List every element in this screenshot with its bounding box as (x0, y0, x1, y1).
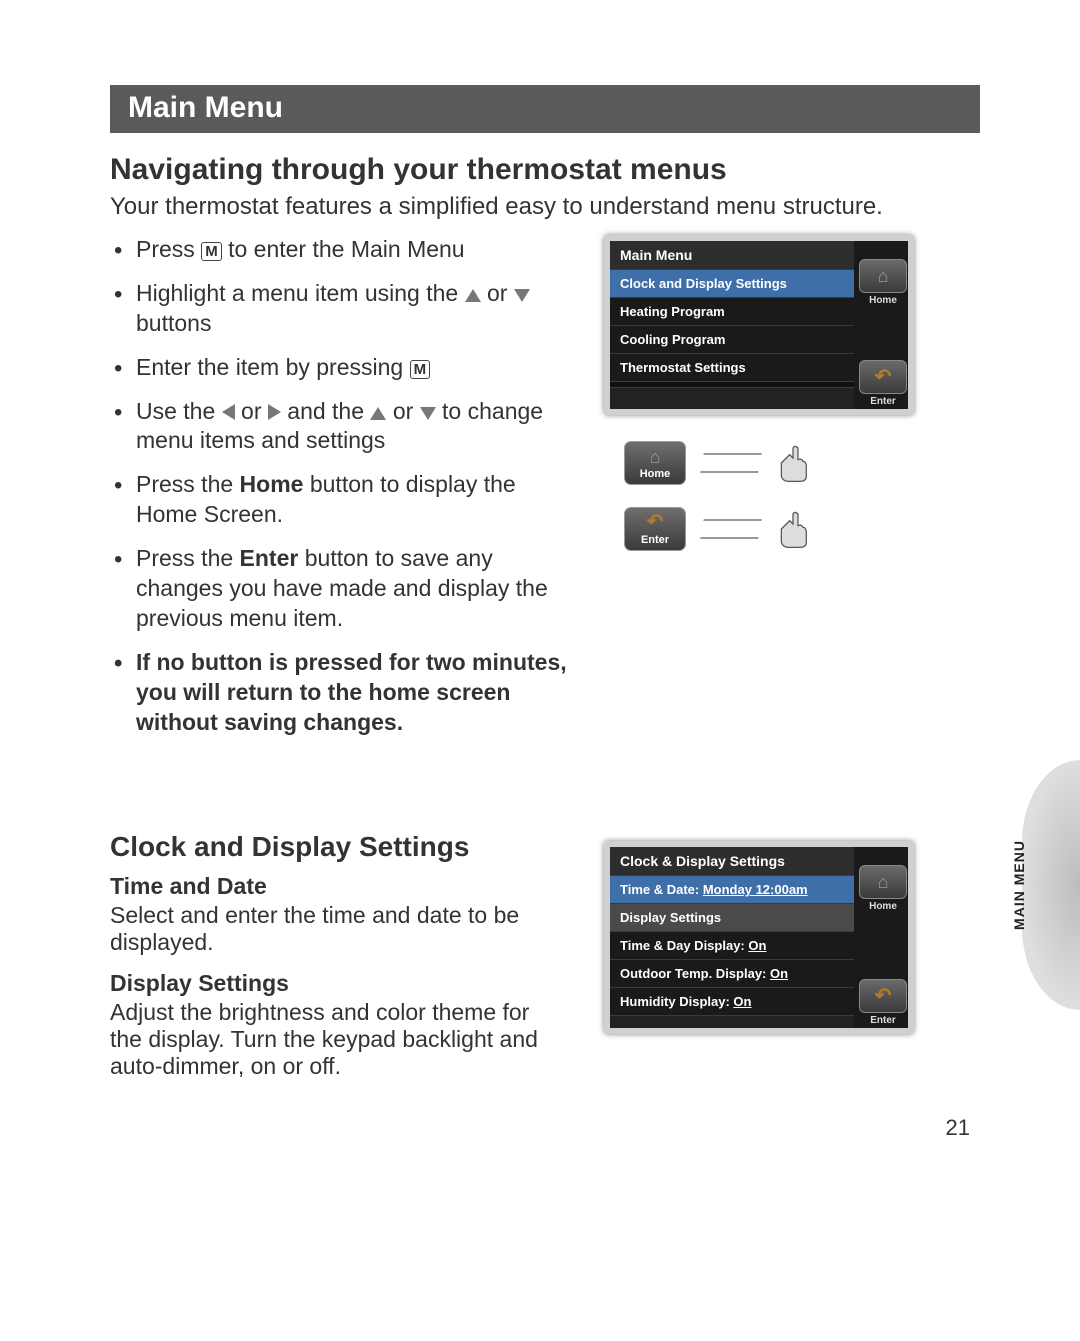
value: Monday 12:00am (703, 882, 808, 897)
list-item: Highlight a menu item using the or butto… (110, 279, 580, 339)
undo-arrow-icon: ↶ (625, 512, 685, 532)
menu-item: Time & Day Display: On (610, 931, 854, 959)
text: or (241, 398, 268, 424)
two-column-layout: Press M to enter the Main Menu Highlight… (110, 235, 980, 751)
text: or (487, 280, 514, 306)
pointing-hand-icon (776, 509, 810, 549)
button-label: Home (869, 295, 897, 306)
page-number: 21 (946, 1115, 970, 1141)
label: Humidity Display: (620, 994, 733, 1009)
triangle-up-icon (370, 407, 386, 420)
m-key-icon: M (201, 242, 222, 261)
text-column: Clock and Display Settings Time and Date… (110, 781, 580, 1094)
manual-page: Main Menu Navigating through your thermo… (0, 0, 1080, 1341)
list-item: Press M to enter the Main Menu (110, 235, 580, 265)
home-button: ⌂ Home (855, 259, 911, 306)
enter-button: ↶ Enter (855, 360, 911, 407)
text: Highlight a menu item using the (136, 280, 465, 306)
button-press-illustration: ⌂ Home ↶ Enter (624, 441, 924, 551)
triangle-left-icon (222, 404, 235, 420)
text: buttons (136, 310, 211, 336)
text: Press the (136, 545, 240, 571)
home-icon: ⌂ (878, 267, 889, 285)
button-label: Enter (641, 534, 669, 546)
pointing-hand-icon (776, 443, 810, 483)
triangle-down-icon (420, 407, 436, 420)
menu-item-selected: Time & Date: Monday 12:00am (610, 875, 854, 903)
list-item-emphasis: If no button is pressed for two minutes,… (110, 648, 580, 738)
text-bold: Enter (240, 545, 299, 571)
home-icon: ⌂ (625, 448, 685, 466)
text: or (393, 398, 420, 424)
menu-item: Outdoor Temp. Display: On (610, 959, 854, 987)
subsection-title: Navigating through your thermostat menus (110, 153, 980, 187)
instruction-list: Press M to enter the Main Menu Highlight… (110, 235, 580, 737)
value: On (748, 938, 766, 953)
undo-arrow-icon: ↶ (875, 367, 892, 387)
list-item: Use the or and the or to change menu ite… (110, 397, 580, 457)
label: Time & Day Display: (620, 938, 748, 953)
home-button: ⌂ Home (855, 865, 911, 912)
value: On (733, 994, 751, 1009)
home-icon: ⌂ (878, 873, 889, 891)
enter-button-cap: ↶ Enter (624, 507, 686, 551)
section-title: Clock and Display Settings (110, 831, 580, 863)
menu-item: Thermostat Settings (610, 353, 854, 381)
triangle-up-icon (465, 289, 481, 302)
home-button-illustration: ⌂ Home (624, 441, 924, 485)
value: On (770, 966, 788, 981)
enter-button-illustration: ↶ Enter (624, 507, 924, 551)
illustration-column: ⌂ Home ↶ Enter Clock & Display Settings … (604, 781, 924, 1034)
menu-item: Cooling Program (610, 325, 854, 353)
body-text: Select and enter the time and date to be… (110, 902, 550, 956)
text: and the (287, 398, 370, 424)
thermostat-clock-display-screenshot: ⌂ Home ↶ Enter Clock & Display Settings … (604, 841, 914, 1034)
text: Press the (136, 471, 240, 497)
side-thumb-tab: MAIN MENU (1022, 760, 1080, 1010)
list-item: Enter the item by pressing M (110, 353, 580, 383)
menu-item: Humidity Display: On (610, 987, 854, 1015)
section-heading-bar: Main Menu (110, 85, 980, 133)
illustration-column: ⌂ Home ↶ Enter Main Menu Clock and Displ… (604, 235, 924, 573)
button-label: Enter (870, 396, 896, 407)
label: Outdoor Temp. Display: (620, 966, 770, 981)
triangle-right-icon (268, 404, 281, 420)
button-label: Home (869, 901, 897, 912)
menu-item-selected: Clock and Display Settings (610, 269, 854, 297)
footer-row (610, 1015, 854, 1028)
menu-item: Heating Program (610, 297, 854, 325)
m-key-icon: M (410, 360, 431, 379)
screen-title: Main Menu (610, 241, 854, 269)
footer-row (610, 387, 854, 409)
subsection-heading: Display Settings (110, 970, 580, 997)
list-item: Press the Enter button to save any chang… (110, 544, 580, 634)
button-label: Home (640, 468, 671, 480)
home-button-cap: ⌂ Home (624, 441, 686, 485)
text: Press (136, 236, 201, 262)
menu-subheader: Display Settings (610, 903, 854, 931)
undo-arrow-icon: ↶ (875, 986, 892, 1006)
text: Use the (136, 398, 222, 424)
subsection-heading: Time and Date (110, 873, 580, 900)
enter-button: ↶ Enter (855, 979, 911, 1026)
button-label: Enter (870, 1015, 896, 1026)
label: Time & Date: (620, 882, 703, 897)
clock-display-section: Clock and Display Settings Time and Date… (110, 781, 980, 1094)
text: to enter the Main Menu (228, 236, 465, 262)
motion-lines-icon (700, 453, 762, 473)
thermostat-main-menu-screenshot: ⌂ Home ↶ Enter Main Menu Clock and Displ… (604, 235, 914, 415)
body-text: Adjust the brightness and color theme fo… (110, 999, 550, 1080)
motion-lines-icon (700, 519, 762, 539)
text-bold: Home (240, 471, 304, 497)
triangle-down-icon (514, 289, 530, 302)
screen-title: Clock & Display Settings (610, 847, 854, 875)
list-item: Press the Home button to display the Hom… (110, 470, 580, 530)
side-tab-label: MAIN MENU (1011, 840, 1027, 930)
text: Enter the item by pressing (136, 354, 410, 380)
instruction-column: Press M to enter the Main Menu Highlight… (110, 235, 580, 751)
lead-paragraph: Your thermostat features a simplified ea… (110, 193, 980, 221)
